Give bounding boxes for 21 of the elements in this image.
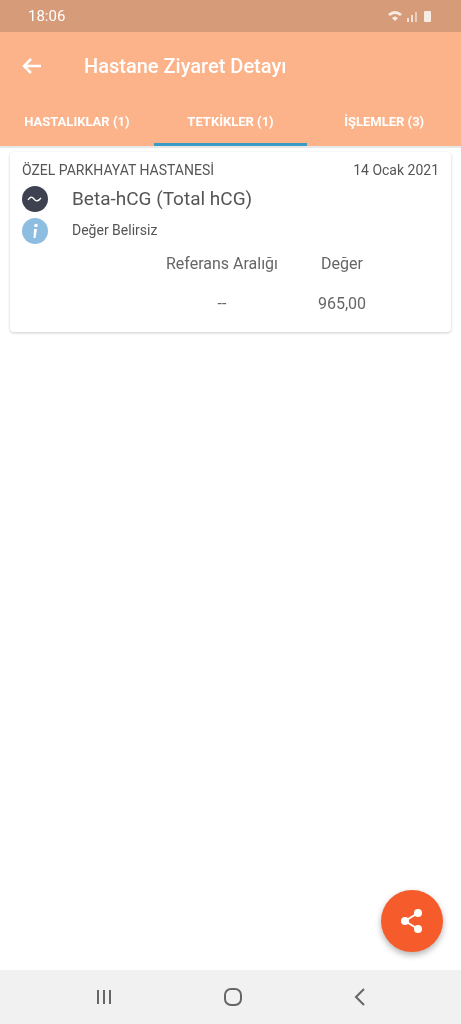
column-header: Referans Aralığı	[164, 252, 280, 275]
screen-title: Hastane Ziyaret Detayı	[84, 53, 287, 80]
status-text: Değer Belirsiz	[72, 221, 158, 240]
status-time: 18:06	[28, 5, 66, 27]
result-value: 965,00	[316, 292, 368, 315]
status-icons	[387, 9, 433, 23]
info-icon	[22, 217, 48, 244]
home-icon[interactable]	[223, 987, 244, 1007]
reference-range: --	[216, 292, 228, 315]
recent-apps-icon[interactable]	[95, 989, 114, 1005]
column-header: Değer	[320, 252, 364, 275]
visit-date: 14 Ocak 2021	[353, 161, 439, 180]
tab[interactable]: TETKİKLER (1)	[153, 100, 308, 146]
wave-icon	[22, 186, 48, 213]
tab[interactable]: İŞLEMLER (3)	[307, 100, 461, 146]
back-icon[interactable]	[353, 988, 366, 1006]
tab[interactable]: HASTALIKLAR (1)	[0, 100, 154, 146]
share-button[interactable]	[381, 890, 443, 952]
hospital-name: ÖZEL PARKHAYAT HASTANESİ	[22, 161, 214, 180]
test-name: Beta-hCG (Total hCG)	[72, 186, 253, 212]
result-card[interactable]: ÖZEL PARKHAYAT HASTANESİ 14 Ocak 2021 Beta-hCG (Total hCG) Değer Belirsiz Referans Aralığı Değer -- 965,00	[10, 152, 451, 332]
